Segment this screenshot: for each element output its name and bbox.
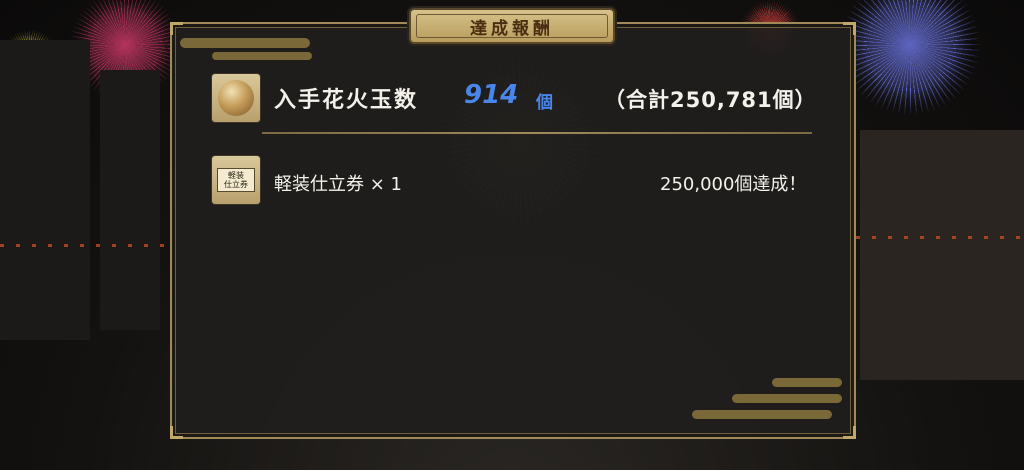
dialog-title: 達成報酬 bbox=[470, 18, 554, 39]
section-divider bbox=[262, 132, 812, 134]
building-silhouette bbox=[100, 70, 160, 330]
reward-condition: 250,000個達成！ bbox=[660, 174, 807, 195]
firework-ball-grand-total: （合計250,781個） bbox=[604, 88, 817, 112]
ticket-icon-text-top: 軽装 bbox=[228, 171, 244, 180]
firework-ball-count-label: 入手花火玉数 bbox=[274, 88, 419, 113]
firework-ball-count-unit: 個 bbox=[536, 93, 553, 113]
building-silhouette bbox=[860, 130, 1024, 380]
ticket-icon: 軽装 仕立券 bbox=[212, 156, 260, 204]
lantern-row bbox=[856, 236, 1024, 239]
cloud-ornament bbox=[180, 38, 310, 48]
firework-ball-count-value: 914 bbox=[464, 80, 519, 110]
cloud-ornament bbox=[692, 410, 832, 419]
cloud-ornament bbox=[772, 378, 842, 387]
ticket-icon-text-bottom: 仕立券 bbox=[224, 180, 248, 189]
lantern-row bbox=[0, 244, 170, 247]
cloud-ornament bbox=[212, 52, 312, 60]
cloud-ornament bbox=[732, 394, 842, 403]
firework-ball-icon bbox=[212, 74, 260, 122]
building-silhouette bbox=[0, 40, 90, 340]
firework-decoration bbox=[840, 0, 980, 115]
reward-item-label: 軽装仕立券 × 1 bbox=[274, 174, 402, 195]
dialog-title-plate: 達成報酬 bbox=[409, 8, 615, 44]
